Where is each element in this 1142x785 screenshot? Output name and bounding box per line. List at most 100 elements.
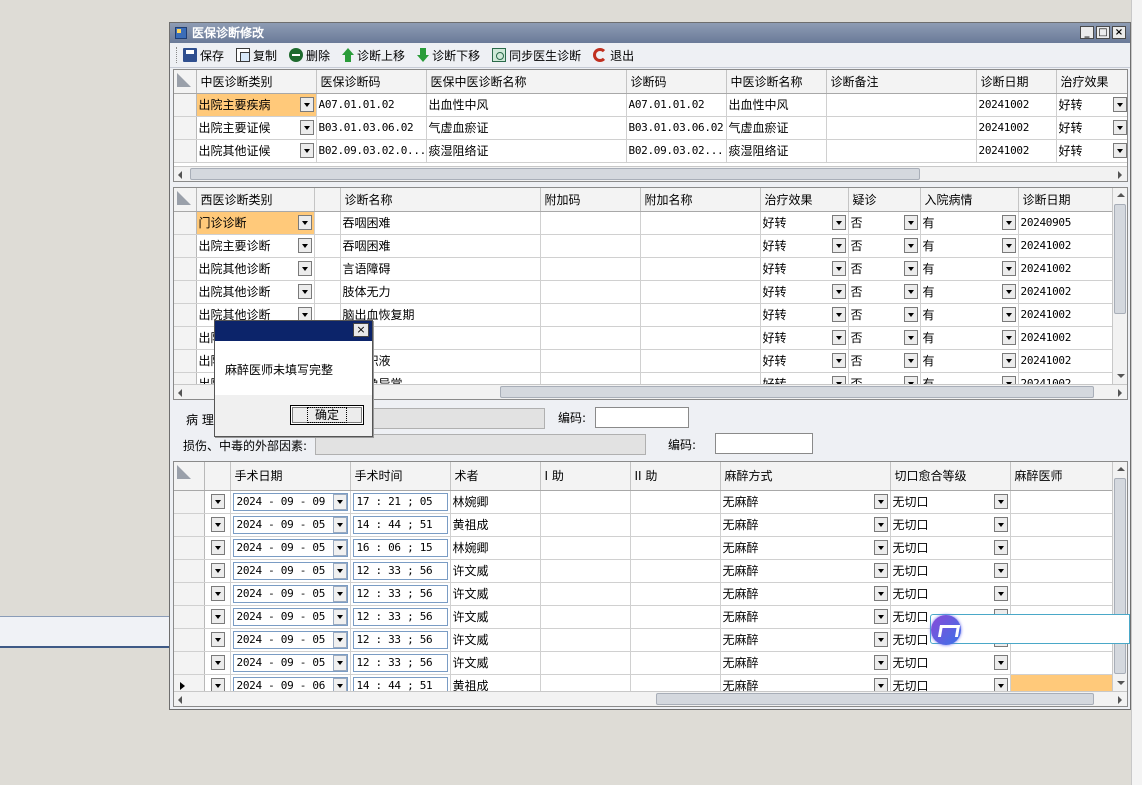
dropdown-arrow-icon[interactable]	[211, 540, 225, 555]
table-row[interactable]: 2024 - 09 - 05 12 : 33 ; 56 许文威 无麻醉 无切口	[174, 582, 1113, 606]
dropdown-arrow-icon[interactable]	[1001, 215, 1016, 230]
table-row[interactable]: 出院主要证候 B03.01.03.06.02 气虚血瘀证 B03.01.03.0…	[174, 116, 1127, 140]
row-header[interactable]	[174, 559, 205, 583]
anesthesia-method-combo[interactable]: 无麻醉	[720, 559, 891, 583]
dropdown-arrow-icon[interactable]	[1112, 97, 1127, 112]
admission-condition-combo[interactable]: 有	[920, 234, 1019, 258]
surgery-time-input[interactable]: 12 : 33 ; 56	[350, 605, 451, 629]
surgeon-cell[interactable]: 许文威	[450, 628, 541, 652]
calendar-dropdown-icon[interactable]	[332, 585, 347, 602]
dropdown-arrow-icon[interactable]	[831, 261, 846, 276]
treatment-effect-combo[interactable]: 好转	[760, 303, 849, 327]
surgeon-cell[interactable]: 林婉卿	[450, 490, 541, 514]
assistant-2-cell[interactable]	[630, 536, 721, 560]
dropdown-arrow-icon[interactable]	[297, 284, 312, 299]
table-row[interactable]: 2024 - 09 - 05 16 : 06 ; 15 林婉卿 无麻醉 无切口	[174, 536, 1113, 560]
dropdown-arrow-icon[interactable]	[993, 517, 1008, 532]
anesthesia-method-combo[interactable]: 无麻醉	[720, 582, 891, 606]
diagnosis-name-cell[interactable]: 痰湿阻络证	[726, 139, 827, 163]
diagnosis-date-cell[interactable]: 20241002	[1018, 326, 1113, 350]
blank-cell[interactable]	[314, 211, 341, 235]
surgery-date-picker[interactable]: 2024 - 09 - 05	[230, 513, 351, 537]
column-header[interactable]: 切口愈合等级	[890, 462, 1011, 491]
wm-category-combo[interactable]: 门诊诊断	[196, 211, 315, 235]
column-header[interactable]: 中医诊断类别	[196, 70, 317, 94]
diagnosis-name-cell[interactable]: 肢体无力	[340, 280, 541, 304]
row-header[interactable]	[174, 628, 205, 652]
diagnosis-name-cell[interactable]: 气虚血瘀证	[726, 116, 827, 140]
extra-code-cell[interactable]	[540, 211, 641, 235]
table-row[interactable]: 2024 - 09 - 09 17 : 21 ; 05 林婉卿 无麻醉 无切口	[174, 490, 1113, 514]
assistant-1-cell[interactable]	[540, 651, 631, 675]
insurance-name-cell[interactable]: 痰湿阻络证	[426, 139, 627, 163]
move-up-button[interactable]: 诊断上移	[342, 47, 405, 64]
surgery-date-picker[interactable]: 2024 - 09 - 09	[230, 490, 351, 514]
extra-code-cell[interactable]	[540, 280, 641, 304]
calendar-dropdown-icon[interactable]	[332, 631, 347, 648]
assistant-1-cell[interactable]	[540, 513, 631, 537]
calendar-dropdown-icon[interactable]	[332, 539, 347, 556]
insurance-name-cell[interactable]: 出血性中风	[426, 93, 627, 117]
diagnosis-date-cell[interactable]: 20241002	[1018, 280, 1113, 304]
column-header[interactable]: 入院病情	[920, 188, 1019, 212]
surgeon-cell[interactable]: 许文威	[450, 559, 541, 583]
surgery-time-input[interactable]: 16 : 06 ; 15	[350, 536, 451, 560]
row-header[interactable]	[174, 211, 197, 235]
assistant-2-cell[interactable]	[630, 582, 721, 606]
surgery-date-picker[interactable]: 2024 - 09 - 05	[230, 582, 351, 606]
table-row[interactable]: 2024 - 09 - 05 14 : 44 ; 51 黄祖成 无麻醉 无切口	[174, 513, 1113, 537]
extra-code-cell[interactable]	[540, 303, 641, 327]
dropdown-arrow-icon[interactable]	[1112, 120, 1127, 135]
admission-condition-combo[interactable]: 有	[920, 257, 1019, 281]
row-header[interactable]	[174, 303, 197, 327]
suspect-combo[interactable]: 否	[848, 234, 921, 258]
treatment-effect-combo[interactable]: 好转	[760, 234, 849, 258]
column-header[interactable]: 诊断备注	[826, 70, 977, 94]
suspect-combo[interactable]: 否	[848, 280, 921, 304]
dialog-close-button[interactable]: ×	[353, 323, 369, 337]
table-row[interactable]: 出院主要诊断 吞咽困难 好转 否 有 20241002	[174, 234, 1113, 258]
assistant-2-cell[interactable]	[630, 490, 721, 514]
dropdown-arrow-icon[interactable]	[297, 215, 312, 230]
surgery-time-input[interactable]: 14 : 44 ; 51	[350, 513, 451, 537]
dropdown-arrow-icon[interactable]	[299, 97, 314, 112]
scroll-thumb[interactable]	[656, 693, 1094, 705]
anesthesiologist-cell[interactable]	[1010, 490, 1113, 514]
scroll-right-icon[interactable]	[1112, 385, 1127, 399]
dropdown-arrow-icon[interactable]	[211, 655, 225, 670]
dropdown-arrow-icon[interactable]	[1001, 284, 1016, 299]
row-header[interactable]	[174, 280, 197, 304]
diagnosis-code-cell[interactable]: A07.01.01.02	[626, 93, 727, 117]
tcm-category-combo[interactable]: 出院主要证候	[196, 116, 317, 140]
row-dropdown[interactable]	[204, 605, 231, 629]
row-header[interactable]	[174, 234, 197, 258]
incision-grade-combo[interactable]: 无切口	[890, 582, 1011, 606]
column-header[interactable]: II 助	[630, 462, 721, 491]
admission-condition-combo[interactable]: 有	[920, 303, 1019, 327]
column-header[interactable]: 诊断码	[626, 70, 727, 94]
suspect-combo[interactable]: 否	[848, 349, 921, 373]
extra-name-cell[interactable]	[640, 211, 761, 235]
surgery-time-input[interactable]: 12 : 33 ; 56	[350, 559, 451, 583]
diagnosis-date-cell[interactable]: 20240905	[1018, 211, 1113, 235]
treatment-effect-combo[interactable]: 好转	[760, 280, 849, 304]
dropdown-arrow-icon[interactable]	[873, 494, 888, 509]
scroll-down-icon[interactable]	[1113, 676, 1127, 691]
tcm-category-combo[interactable]: 出院主要疾病	[196, 93, 317, 117]
surgery-date-picker[interactable]: 2024 - 09 - 05	[230, 559, 351, 583]
assistant-1-cell[interactable]	[540, 490, 631, 514]
column-header[interactable]	[204, 462, 231, 491]
diagnosis-date-cell[interactable]: 20241002	[976, 93, 1057, 117]
assistant-logo-icon[interactable]	[931, 615, 961, 645]
diagnosis-date-cell[interactable]: 20241002	[1018, 234, 1113, 258]
scroll-thumb[interactable]	[1114, 204, 1126, 314]
row-header[interactable]	[174, 513, 205, 537]
diagnosis-date-cell[interactable]: 20241002	[1018, 303, 1113, 327]
assistant-2-cell[interactable]	[630, 513, 721, 537]
incision-grade-combo[interactable]: 无切口	[890, 513, 1011, 537]
assistant-2-cell[interactable]	[630, 628, 721, 652]
extra-code-cell[interactable]	[540, 234, 641, 258]
copy-button[interactable]: 复制	[236, 47, 277, 64]
dropdown-arrow-icon[interactable]	[831, 353, 846, 368]
insurance-code-cell[interactable]: A07.01.01.02	[316, 93, 427, 117]
